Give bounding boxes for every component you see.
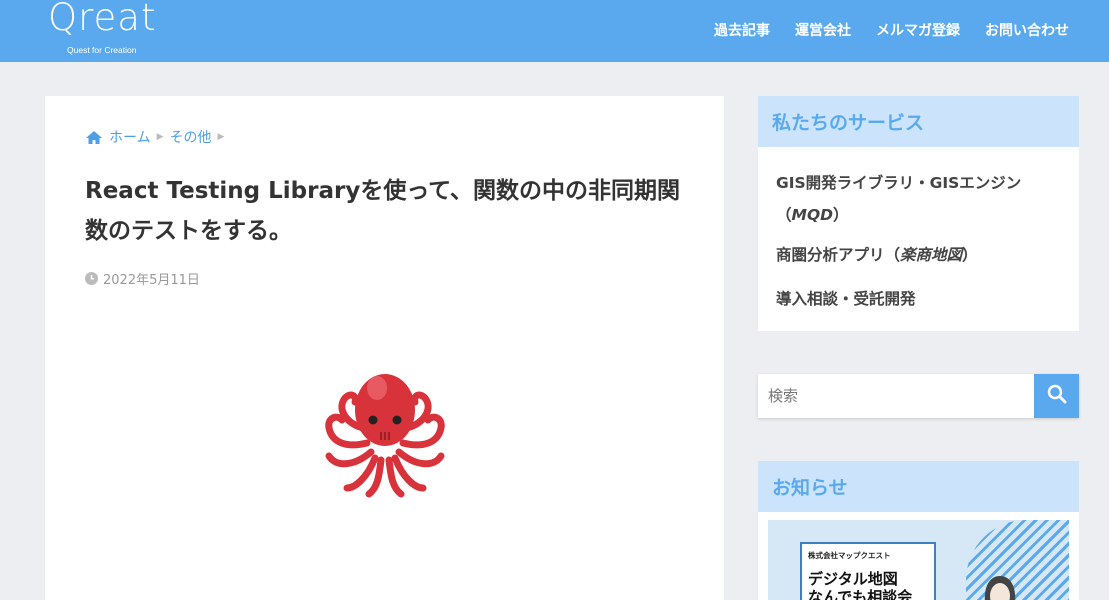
banner-company: 株式会社マップクエスト	[808, 551, 891, 560]
nav-item-contact[interactable]: お問い合わせ	[985, 20, 1069, 40]
services-widget: GIS開発ライブラリ・GISエンジン（MQD） 商圏分析アプリ（楽商地図） 導入…	[758, 147, 1079, 331]
main-nav: 過去記事 運営会社 メルマガ登録 お問い合わせ	[714, 20, 1069, 40]
clock-icon	[85, 272, 98, 285]
logo-text: Qreat	[48, 0, 157, 39]
list-item[interactable]: 導入相談・受託開発	[776, 283, 1079, 315]
service-bracket: ）	[962, 246, 978, 264]
search-form	[758, 374, 1079, 418]
person-illustration	[980, 570, 1020, 600]
page-title: React Testing Libraryを使って、関数の中の非同期関数のテスト…	[85, 178, 681, 244]
banner-line2: なんでも相談会	[808, 588, 913, 600]
chevron-right-icon: ▶	[156, 132, 164, 142]
post-date: 2022年5月11日	[85, 269, 200, 288]
news-banner[interactable]: 株式会社マップクエスト デジタル地図 なんでも相談会	[768, 520, 1069, 600]
home-icon[interactable]	[85, 130, 103, 145]
service-name: MQD	[791, 206, 833, 224]
search-button[interactable]	[1034, 374, 1079, 418]
octopus-icon	[307, 348, 463, 504]
nav-item-company[interactable]: 運営会社	[795, 20, 851, 40]
services-list: GIS開発ライブラリ・GISエンジン（MQD） 商圏分析アプリ（楽商地図） 導入…	[776, 167, 1079, 315]
list-item[interactable]: 商圏分析アプリ（楽商地図）	[776, 239, 1079, 271]
list-item[interactable]: GIS開発ライブラリ・GISエンジン（MQD）	[776, 167, 1079, 231]
news-widget-title: お知らせ	[758, 461, 1079, 512]
news-widget: 株式会社マップクエスト デジタル地図 なんでも相談会	[758, 512, 1079, 600]
nav-item-newsletter[interactable]: メルマガ登録	[876, 20, 960, 40]
breadcrumb-home[interactable]: ホーム	[109, 127, 151, 147]
banner-card: 株式会社マップクエスト デジタル地図 なんでも相談会	[800, 542, 936, 600]
service-label: 商圏分析アプリ（	[776, 246, 901, 264]
breadcrumb-category[interactable]: その他	[170, 127, 212, 147]
logo-tagline: Quest for Creation	[67, 45, 137, 55]
date-text: 2022年5月11日	[103, 273, 200, 288]
services-widget-title: 私たちのサービス	[758, 96, 1079, 147]
nav-item-archive[interactable]: 過去記事	[714, 20, 770, 40]
banner-line1: デジタル地図	[808, 570, 898, 588]
chevron-right-icon: ▶	[217, 132, 225, 142]
article-card: ホーム ▶ その他 ▶ React Testing Libraryを使って、関数…	[45, 96, 724, 600]
service-name: 楽商地図	[900, 246, 963, 264]
service-label: 導入相談・受託開発	[776, 290, 916, 308]
banner-title: デジタル地図 なんでも相談会	[808, 570, 912, 600]
breadcrumb: ホーム ▶ その他 ▶	[85, 127, 224, 147]
service-bracket: ）	[832, 206, 849, 224]
site-logo[interactable]: Qreat Quest for Creation	[48, 0, 178, 58]
search-input[interactable]	[758, 374, 1034, 418]
site-header: Qreat Quest for Creation 過去記事 運営会社 メルマガ登…	[0, 0, 1109, 62]
search-icon	[1047, 384, 1067, 408]
